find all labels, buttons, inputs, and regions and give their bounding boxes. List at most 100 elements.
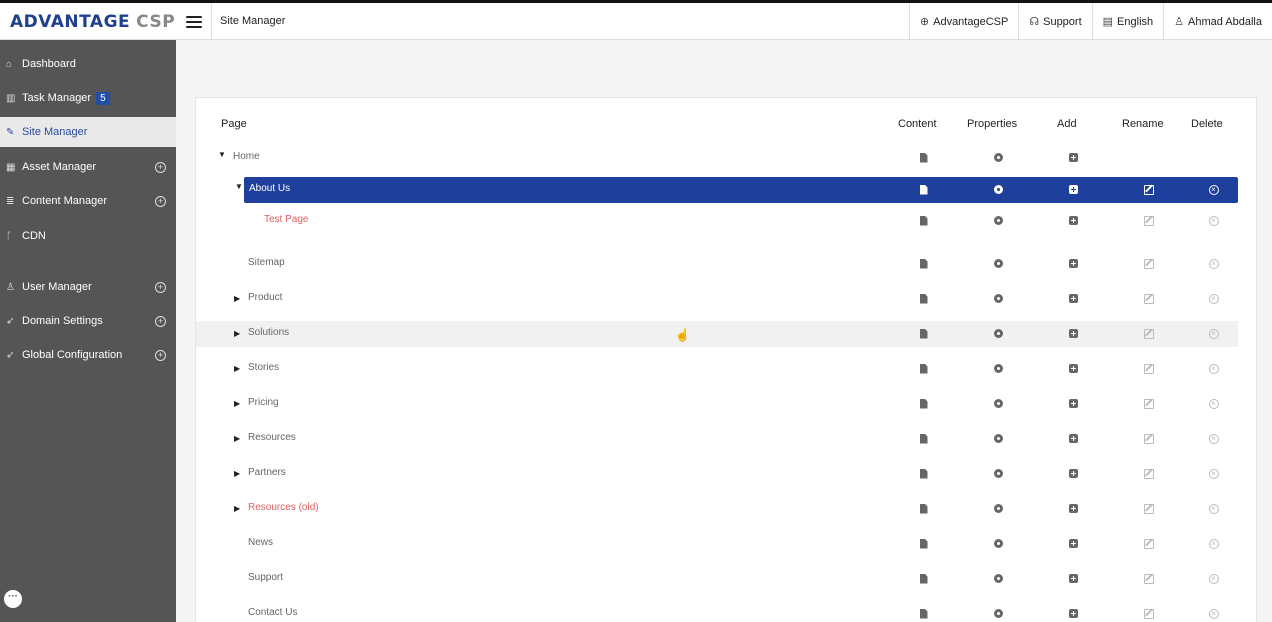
page-tree-row[interactable]: ▶ Resources × — [196, 426, 1238, 452]
page-tree-label[interactable]: Sitemap — [248, 257, 285, 268]
properties-gear-button[interactable] — [993, 215, 1004, 226]
add-page-button[interactable] — [1068, 573, 1079, 584]
caret-right-icon[interactable]: ▶ — [234, 469, 240, 478]
rename-edit-button[interactable] — [1143, 398, 1154, 409]
rename-edit-button[interactable] — [1143, 328, 1154, 339]
rename-edit-button[interactable] — [1143, 184, 1154, 195]
page-tree-row[interactable]: ▶ Product × — [196, 286, 1238, 312]
delete-circle-button[interactable]: × — [1208, 468, 1219, 479]
content-document-button[interactable] — [918, 538, 929, 549]
page-tree-row[interactable]: Sitemap × — [196, 251, 1238, 277]
sidebar-item-asset-manager[interactable]: ▦ Asset Manager + — [0, 152, 176, 182]
page-tree-label[interactable]: Stories — [248, 362, 279, 373]
page-tree-row[interactable]: ▶ Pricing × — [196, 391, 1238, 417]
page-tree-label[interactable]: Resources (old) — [248, 502, 319, 513]
add-page-button[interactable] — [1068, 328, 1079, 339]
delete-circle-button[interactable]: × — [1208, 433, 1219, 444]
content-document-button[interactable] — [918, 608, 929, 619]
delete-circle-button[interactable]: × — [1208, 538, 1219, 549]
caret-right-icon[interactable]: ▶ — [234, 294, 240, 303]
caret-right-icon[interactable]: ▶ — [234, 329, 240, 338]
rename-edit-button[interactable] — [1143, 538, 1154, 549]
delete-circle-button[interactable]: × — [1208, 328, 1219, 339]
properties-gear-button[interactable] — [993, 363, 1004, 374]
site-selector[interactable]: ⊕ AdvantageCSP — [908, 3, 1018, 40]
chat-bubble-icon[interactable]: ··· — [4, 590, 22, 608]
sidebar-item-dashboard[interactable]: ⌂ Dashboard — [0, 49, 176, 79]
delete-circle-button[interactable]: × — [1208, 363, 1219, 374]
add-page-button[interactable] — [1068, 608, 1079, 619]
properties-gear-button[interactable] — [993, 608, 1004, 619]
expand-icon[interactable]: + — [155, 161, 166, 173]
properties-gear-button[interactable] — [993, 184, 1004, 195]
page-tree-row[interactable]: ▶ Stories × — [196, 356, 1238, 382]
expand-icon[interactable]: + — [155, 281, 166, 293]
rename-edit-button[interactable] — [1143, 293, 1154, 304]
content-document-button[interactable] — [918, 293, 929, 304]
caret-right-icon[interactable]: ▶ — [234, 434, 240, 443]
caret-down-icon[interactable]: ▼ — [218, 150, 226, 159]
add-page-button[interactable] — [1068, 433, 1079, 444]
sidebar-item-content-manager[interactable]: ≣ Content Manager + — [0, 186, 176, 216]
delete-circle-button[interactable]: × — [1208, 184, 1219, 195]
content-document-button[interactable] — [918, 152, 929, 163]
delete-circle-button[interactable]: × — [1208, 398, 1219, 409]
add-page-button[interactable] — [1068, 363, 1079, 374]
sidebar-item-cdn[interactable]: ᚴ CDN — [0, 221, 176, 251]
properties-gear-button[interactable] — [993, 503, 1004, 514]
rename-edit-button[interactable] — [1143, 215, 1154, 226]
content-document-button[interactable] — [918, 328, 929, 339]
page-tree-label[interactable]: Pricing — [248, 397, 279, 408]
page-tree-label[interactable]: Test Page — [264, 214, 308, 225]
page-tree-row[interactable]: ▶ Resources (old) × — [196, 496, 1238, 522]
properties-gear-button[interactable] — [993, 398, 1004, 409]
delete-circle-button[interactable]: × — [1208, 293, 1219, 304]
rename-edit-button[interactable] — [1143, 573, 1154, 584]
sidebar-item-global-configuration[interactable]: ➶ Global Configuration + — [0, 340, 176, 370]
user-menu[interactable]: ♙ Ahmad Abdalla — [1163, 3, 1272, 40]
properties-gear-button[interactable] — [993, 538, 1004, 549]
add-page-button[interactable] — [1068, 398, 1079, 409]
add-page-button[interactable] — [1068, 468, 1079, 479]
rename-edit-button[interactable] — [1143, 468, 1154, 479]
rename-edit-button[interactable] — [1143, 258, 1154, 269]
sidebar-item-site-manager[interactable]: ✎ Site Manager — [0, 117, 176, 147]
properties-gear-button[interactable] — [993, 468, 1004, 479]
expand-icon[interactable]: + — [155, 315, 166, 327]
page-tree-row[interactable]: ▶ Partners × — [196, 461, 1238, 487]
sidebar-item-domain-settings[interactable]: ➶ Domain Settings + — [0, 306, 176, 336]
page-tree-label[interactable]: Support — [248, 572, 283, 583]
caret-right-icon[interactable]: ▶ — [234, 504, 240, 513]
rename-edit-button[interactable] — [1143, 363, 1154, 374]
add-page-button[interactable] — [1068, 293, 1079, 304]
sidebar-item-user-manager[interactable]: ♙ User Manager + — [0, 272, 176, 302]
rename-edit-button[interactable] — [1143, 608, 1154, 619]
page-tree-label[interactable]: Resources — [248, 432, 296, 443]
delete-circle-button[interactable]: × — [1208, 503, 1219, 514]
page-tree-row[interactable]: Support × — [196, 566, 1238, 592]
add-page-button[interactable] — [1068, 538, 1079, 549]
content-document-button[interactable] — [918, 503, 929, 514]
sidebar-item-task-manager[interactable]: ▥ Task Manager 5 — [0, 83, 176, 113]
page-tree-label[interactable]: Product — [248, 292, 282, 303]
properties-gear-button[interactable] — [993, 258, 1004, 269]
rename-edit-button[interactable] — [1143, 433, 1154, 444]
page-tree-row[interactable]: ▶ Solutions × — [196, 321, 1238, 347]
delete-circle-button[interactable]: × — [1208, 258, 1219, 269]
rename-edit-button[interactable] — [1143, 503, 1154, 514]
page-tree-row[interactable]: Test Page × — [196, 208, 1238, 234]
properties-gear-button[interactable] — [993, 573, 1004, 584]
page-tree-row[interactable]: ▼ Home — [196, 145, 1238, 171]
add-page-button[interactable] — [1068, 503, 1079, 514]
content-document-button[interactable] — [918, 398, 929, 409]
support-link[interactable]: ☊ Support — [1018, 3, 1091, 40]
caret-down-icon[interactable]: ▼ — [235, 182, 243, 191]
menu-toggle-button[interactable] — [176, 3, 212, 40]
page-tree-row[interactable]: Contact Us × — [196, 601, 1238, 622]
content-document-button[interactable] — [918, 215, 929, 226]
language-selector[interactable]: ▤ English — [1091, 3, 1163, 40]
content-document-button[interactable] — [918, 363, 929, 374]
page-tree-label[interactable]: Partners — [248, 467, 286, 478]
delete-circle-button[interactable]: × — [1208, 608, 1219, 619]
content-document-button[interactable] — [918, 258, 929, 269]
